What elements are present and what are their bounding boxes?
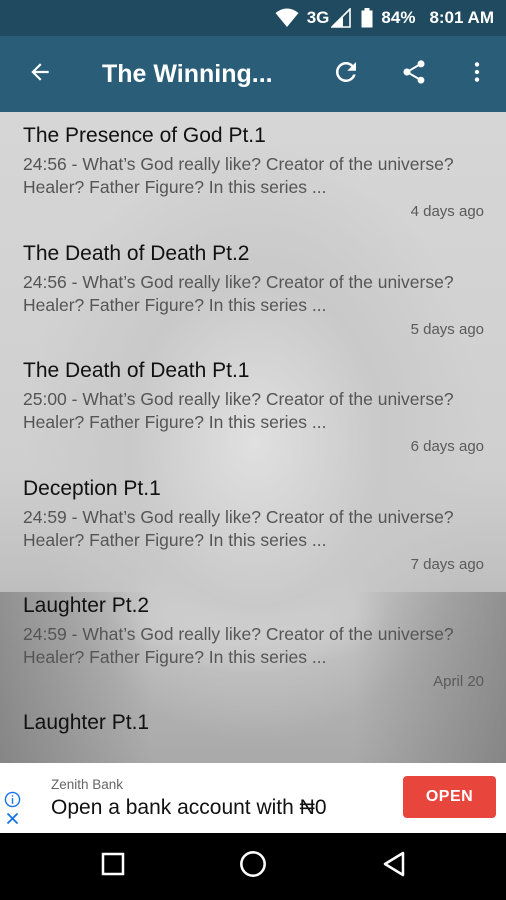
episode-date: April 20: [433, 673, 484, 690]
episode-item[interactable]: The Death of Death Pt.1 25:00 - What’s G…: [0, 347, 506, 464]
episode-item[interactable]: Deception Pt.1 24:59 - What’s God really…: [0, 465, 506, 582]
back-button[interactable]: [0, 36, 80, 112]
ad-close-icon[interactable]: [5, 811, 20, 831]
episode-date: 6 days ago: [410, 438, 484, 455]
episode-title: The Death of Death Pt.1: [23, 359, 250, 382]
episode-description: 25:00 - What’s God really like? Creator …: [23, 389, 454, 432]
clock: 8:01 AM: [429, 8, 494, 27]
status-bar: 3G 84% 8:01 AM: [0, 0, 506, 36]
episode-list[interactable]: The Presence of God Pt.1 24:56 - What’s …: [0, 112, 506, 763]
recents-icon: [101, 852, 125, 881]
network-type: 3G: [306, 8, 330, 27]
signal-icon: [331, 8, 352, 28]
battery-percent: 84%: [381, 8, 416, 27]
page-title: The Winning...: [102, 59, 273, 88]
episode-item[interactable]: Laughter Pt.1: [0, 699, 506, 763]
episode-date: 4 days ago: [410, 203, 484, 220]
episode-item[interactable]: The Death of Death Pt.2 24:56 - What’s G…: [0, 230, 506, 347]
episode-description: 24:56 - What’s God really like? Creator …: [23, 272, 454, 315]
episode-date: 7 days ago: [410, 556, 484, 573]
recents-button[interactable]: [73, 833, 153, 900]
more-vert-icon: [464, 59, 490, 90]
episode-description: 24:59 - What’s God really like? Creator …: [23, 507, 454, 550]
share-button[interactable]: [380, 36, 448, 112]
more-options-button[interactable]: [448, 36, 506, 112]
episode-title: Laughter Pt.2: [23, 594, 150, 617]
ad-open-button[interactable]: OPEN: [403, 776, 496, 818]
ad-advertiser: Zenith Bank: [51, 777, 124, 792]
ad-headline[interactable]: Open a bank account with ₦0: [51, 796, 327, 820]
system-nav-bar: [0, 833, 506, 900]
episode-title: The Death of Death Pt.2: [23, 242, 250, 265]
ad-info-icon[interactable]: [4, 791, 21, 813]
back-triangle-icon: [382, 851, 406, 882]
back-nav-button[interactable]: [354, 833, 434, 900]
wifi-icon: [275, 8, 299, 28]
refresh-icon: [331, 57, 361, 92]
home-icon: [239, 850, 267, 883]
episode-title: Deception Pt.1: [23, 477, 161, 500]
episode-item[interactable]: The Presence of God Pt.1 24:56 - What’s …: [0, 112, 506, 229]
home-button[interactable]: [213, 833, 293, 900]
episode-description: 24:59 - What’s God really like? Creator …: [23, 624, 454, 667]
episode-title: Laughter Pt.1: [23, 711, 150, 734]
app-bar: The Winning...: [0, 36, 506, 112]
episode-item[interactable]: Laughter Pt.2 24:59 - What’s God really …: [0, 582, 506, 699]
share-icon: [400, 58, 428, 91]
episode-description: 24:56 - What’s God really like? Creator …: [23, 154, 454, 197]
refresh-button[interactable]: [312, 36, 380, 112]
episode-date: 5 days ago: [410, 321, 484, 338]
episode-title: The Presence of God Pt.1: [23, 124, 266, 147]
ad-banner[interactable]: Zenith Bank Open a bank account with ₦0 …: [0, 763, 506, 833]
battery-icon: [361, 8, 373, 28]
arrow-back-icon: [27, 59, 53, 90]
